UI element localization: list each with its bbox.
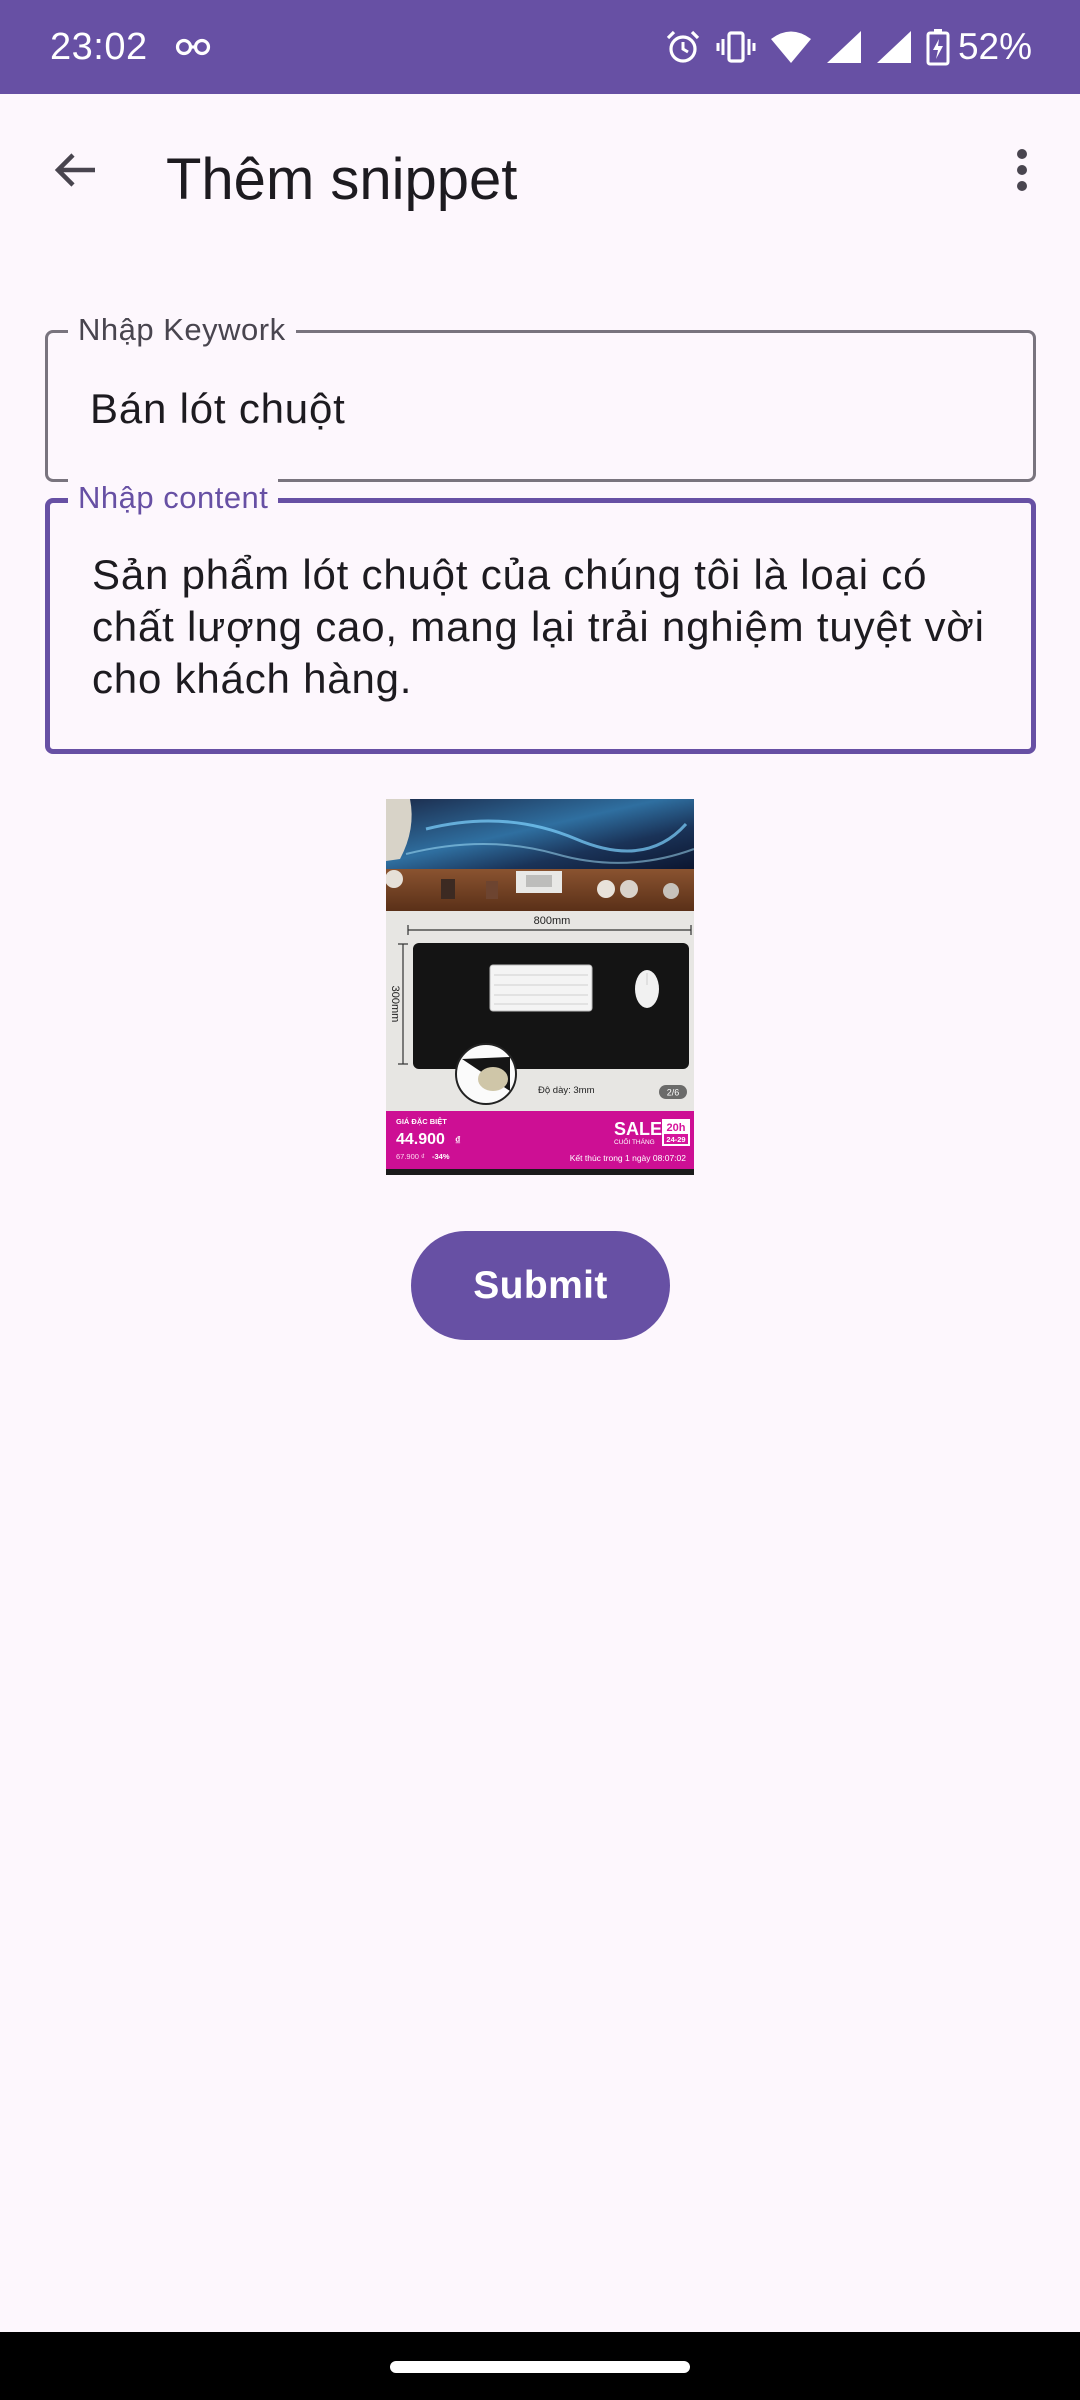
back-button[interactable] (40, 134, 112, 206)
page-title: Thêm snippet (166, 147, 518, 212)
submit-button[interactable]: Submit (411, 1231, 670, 1340)
vibrate-icon (716, 28, 756, 66)
arrow-back-icon (54, 153, 95, 187)
signal-icon (826, 30, 862, 64)
product-image: 800mm 300mm Độ dày: 3mm 2/6 GIÁ ĐẶC BIỆT (386, 799, 694, 1175)
status-time: 23:02 (50, 25, 148, 68)
infinity-icon (174, 37, 212, 57)
home-gesture-handle[interactable] (390, 2361, 690, 2373)
status-right: 52% (650, 26, 1032, 68)
banner-countdown: Kết thúc trong 1 ngày 08:07:02 (570, 1153, 687, 1163)
banner-sale: SALE (614, 1119, 662, 1139)
banner-price: 44.900 (396, 1131, 445, 1148)
battery-percent: 52% (957, 26, 1032, 67)
banner-currency: ₫ (455, 1135, 461, 1147)
banner-special-label: GIÁ ĐẶC BIỆT (396, 1117, 447, 1126)
thickness-label: Độ dày: 3mm (538, 1085, 595, 1096)
battery-charging-icon (926, 28, 950, 66)
keyword-field-value[interactable]: Bán lót chuột (90, 383, 993, 435)
top-app-bar: Thêm snippet (0, 94, 1080, 274)
keyword-field-label: Nhập Keywork (68, 311, 296, 349)
mousepad-height-label: 300mm (389, 986, 401, 1023)
banner-old-price: 67.900 ₫ (396, 1152, 425, 1161)
alarm-icon (664, 28, 702, 66)
mousepad-width-label: 800mm (534, 915, 571, 927)
banner-hour: 20h (667, 1122, 686, 1134)
banner-discount: -34% (432, 1152, 450, 1161)
signal-icon (876, 30, 912, 64)
status-left: 23:02 (50, 26, 212, 69)
banner-date: 24-29 (666, 1135, 685, 1144)
content-field[interactable]: Nhập content Sản phẩm lót chuột của chún… (45, 479, 1036, 754)
wifi-icon (770, 30, 812, 64)
more-vert-icon (1017, 149, 1027, 191)
content-field-label: Nhập content (68, 479, 279, 517)
content-field-value[interactable]: Sản phẩm lót chuột của chúng tôi là loại… (92, 549, 991, 705)
keyword-field[interactable]: Nhập Keywork Bán lót chuột (45, 311, 1036, 482)
image-page-counter: 2/6 (667, 1088, 680, 1098)
status-bar: 23:02 52% (0, 0, 1080, 94)
more-options-button[interactable] (984, 132, 1060, 208)
navigation-bar (0, 2332, 1080, 2400)
